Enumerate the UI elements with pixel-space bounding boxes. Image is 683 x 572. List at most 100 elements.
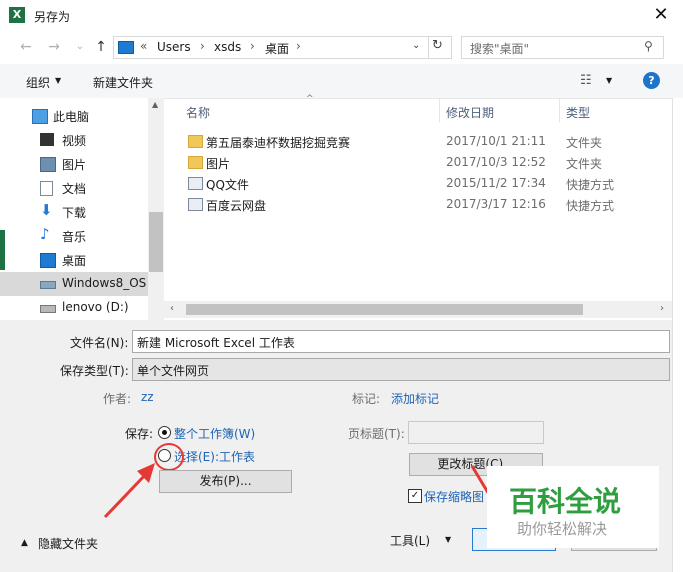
file-date: 2015/11/2 17:34	[446, 176, 546, 190]
view-options-icon[interactable]: ☷	[580, 73, 592, 88]
up-arrow-icon[interactable]: ↑	[93, 39, 109, 55]
sidebar-item-label: 桌面	[62, 254, 87, 268]
filetype-label: 保存类型(T):	[60, 364, 129, 378]
file-date: 2017/10/1 21:11	[446, 134, 546, 148]
sidebar-item-label: Windows8_OS	[62, 276, 147, 290]
refresh-icon[interactable]: ↻	[432, 38, 443, 53]
sidebar-item-label: lenovo (D:)	[62, 300, 129, 314]
selection-radio-label[interactable]: 选择(E):工作表	[174, 448, 255, 465]
document-icon	[40, 181, 53, 196]
organize-button[interactable]: 组织	[26, 74, 50, 91]
list-item[interactable]: 第五届泰迪杯数据挖掘竞赛 2017/10/1 21:11 文件夹	[164, 131, 672, 152]
drive-icon	[40, 281, 56, 289]
shortcut-icon	[188, 198, 203, 211]
sidebar-item-video[interactable]: 视频	[0, 128, 148, 152]
forward-arrow-icon[interactable]: →	[46, 39, 62, 55]
page-title-input[interactable]	[408, 421, 544, 444]
list-item[interactable]: 百度云网盘 2017/3/17 12:16 快捷方式	[164, 194, 672, 215]
page-title-label: 页标题(T):	[348, 427, 405, 441]
address-dropdown-icon[interactable]: ⌄	[412, 40, 420, 51]
sidebar-item-label: 视频	[62, 134, 87, 148]
video-icon	[40, 133, 54, 146]
author-label: 作者:	[103, 392, 132, 406]
window-edge	[672, 98, 683, 572]
sidebar-item-pictures[interactable]: 图片	[0, 152, 148, 176]
author-value[interactable]: zz	[141, 390, 154, 404]
sidebar-item-documents[interactable]: 文档	[0, 176, 148, 200]
scroll-up-icon[interactable]: ▲	[152, 100, 158, 109]
scroll-right-icon[interactable]: ›	[660, 303, 664, 314]
search-box[interactable]: 搜索"桌面" ⚲	[461, 36, 664, 59]
filename-input[interactable]: 新建 Microsoft Excel 工作表 ⌄	[132, 330, 670, 353]
sidebar-scrollbar[interactable]: ▲	[148, 98, 164, 320]
organize-dropdown-icon[interactable]: ▼	[55, 76, 61, 85]
pc-icon	[32, 109, 48, 124]
new-folder-button[interactable]: 新建文件夹	[93, 74, 153, 91]
file-date: 2017/3/17 12:16	[446, 197, 546, 211]
excel-app-icon: X	[9, 7, 25, 23]
column-header-type[interactable]: 类型	[566, 104, 590, 121]
save-scope-label: 保存:	[125, 427, 154, 441]
file-list-scroll-thumb[interactable]	[186, 304, 583, 315]
tools-button[interactable]: 工具(L)	[390, 532, 430, 549]
search-placeholder[interactable]: 搜索"桌面"	[470, 40, 529, 57]
address-bar[interactable]: « Users › xsds › 桌面 › ⌄ ↻	[113, 36, 452, 59]
file-name: 第五届泰迪杯数据挖掘竞赛	[206, 136, 351, 150]
breadcrumb-xsds[interactable]: xsds	[214, 40, 241, 54]
title-bar: X 另存为 ✕	[0, 0, 683, 31]
breadcrumb-separator[interactable]: ›	[296, 39, 301, 53]
sidebar-item-label: 图片	[62, 158, 87, 172]
add-tags-link[interactable]: 添加标记	[391, 390, 439, 407]
list-item[interactable]: QQ文件 2015/11/2 17:34 快捷方式	[164, 173, 672, 194]
file-type: 快捷方式	[566, 199, 615, 213]
excel-background-strip	[0, 230, 5, 270]
tools-dropdown-icon[interactable]: ▼	[445, 535, 451, 544]
sidebar-item-music[interactable]: ♪ 音乐	[0, 224, 148, 248]
watermark-subtitle: 助你轻松解决	[517, 520, 608, 538]
baike-watermark: 百科全说 助你轻松解决	[487, 466, 659, 548]
chevron-down-icon[interactable]: ⌄	[137, 334, 665, 347]
filename-label: 文件名(N):	[70, 336, 129, 350]
file-type: 文件夹	[566, 136, 603, 150]
search-icon[interactable]: ⚲	[644, 39, 653, 53]
view-dropdown-icon[interactable]: ▼	[606, 76, 612, 85]
column-header-name[interactable]: 名称	[186, 104, 210, 121]
sidebar-scroll-thumb[interactable]	[149, 212, 163, 272]
desktop-location-icon	[118, 41, 134, 54]
publish-button[interactable]: 发布(P)...	[159, 470, 292, 493]
overflow-chevron[interactable]: «	[140, 39, 147, 53]
file-type: 快捷方式	[566, 178, 615, 192]
file-name: 图片	[206, 157, 231, 171]
workbook-radio[interactable]	[158, 426, 171, 439]
sidebar-item-desktop[interactable]: 桌面	[0, 248, 148, 272]
command-bar: 组织 ▼ 新建文件夹 ☷ ▼	[0, 64, 683, 99]
sidebar-item-label: 此电脑	[53, 110, 90, 124]
column-header-date[interactable]: 修改日期	[446, 104, 494, 121]
file-name: QQ文件	[206, 178, 249, 192]
sidebar-item-label: 文档	[62, 182, 87, 196]
sidebar-item-downloads[interactable]: ⬇ 下载	[0, 200, 148, 224]
sidebar-item-windows8-os[interactable]: Windows8_OS	[0, 272, 148, 296]
workbook-radio-label[interactable]: 整个工作簿(W)	[174, 425, 255, 442]
folder-icon	[188, 135, 203, 148]
back-arrow-icon[interactable]: ←	[18, 39, 34, 55]
chevron-down-icon[interactable]: ⌄	[137, 362, 665, 375]
breadcrumb-desktop[interactable]: 桌面	[265, 40, 289, 57]
scroll-left-icon[interactable]: ‹	[170, 303, 174, 314]
sidebar-item-lenovo-d[interactable]: lenovo (D:)	[0, 296, 148, 320]
thumbnail-checkbox[interactable]: ✓	[408, 489, 422, 503]
breadcrumb-separator[interactable]: ›	[250, 39, 255, 53]
sidebar-item-this-pc[interactable]: 此电脑	[0, 104, 148, 128]
filetype-select[interactable]: 单个文件网页 ⌄	[132, 358, 670, 381]
hide-folders-toggle[interactable]: 隐藏文件夹	[38, 535, 98, 552]
list-item[interactable]: 图片 2017/10/3 12:52 文件夹	[164, 152, 672, 173]
close-icon[interactable]: ✕	[651, 4, 671, 26]
breadcrumb-users[interactable]: Users	[157, 40, 191, 54]
music-icon: ♪	[40, 225, 50, 243]
chevron-up-icon[interactable]: ▲	[21, 538, 28, 548]
recent-chevron-icon[interactable]: ⌄	[72, 39, 88, 55]
file-name: 百度云网盘	[206, 199, 267, 213]
sidebar-item-label: 音乐	[62, 230, 87, 244]
help-icon[interactable]: ?	[643, 72, 660, 89]
breadcrumb-separator[interactable]: ›	[200, 39, 205, 53]
